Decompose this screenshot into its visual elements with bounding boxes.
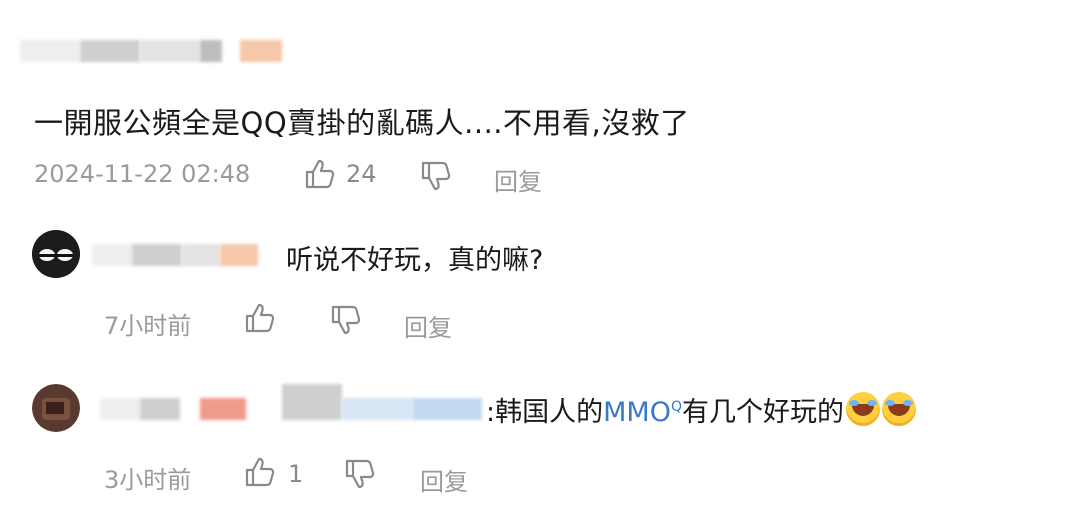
thumbs-down-icon[interactable] [420,160,452,192]
comment-text: 一開服公頻全是QQ賣掛的亂碼人....不用看,沒救了 [34,106,690,140]
reply-button[interactable]: 回复 [420,462,468,497]
thumbs-up-icon[interactable] [244,302,276,334]
avatar[interactable] [32,384,80,432]
thumbs-up-icon[interactable] [304,158,336,190]
reply-time: 7小时前 [104,312,192,340]
thumbs-down-icon[interactable] [344,458,376,490]
comment-timestamp: 2024-11-22 02:48 [34,160,251,188]
reply-prefix: :韩国人的 [486,397,604,428]
reply-time: 3小时前 [104,466,192,494]
like-count: 1 [288,460,304,488]
thumbs-up-icon[interactable] [244,456,276,488]
reply-button[interactable]: 回复 [494,162,542,197]
reply-suffix: 有几个好玩的 [681,397,844,428]
crying-laughing-emoji [845,392,880,426]
reply-text: :韩国人的MMOQ有几个好玩的 [486,390,916,429]
mmo-link[interactable]: MMO [603,397,671,428]
reply-button[interactable]: 回复 [404,308,452,343]
avatar[interactable] [32,230,80,278]
crying-laughing-emoji [881,392,916,426]
thumbs-down-icon[interactable] [330,304,362,336]
search-icon[interactable]: Q [671,399,682,415]
like-count: 24 [346,160,377,188]
reply-text: 听说不好玩，真的嘛? [286,245,544,276]
